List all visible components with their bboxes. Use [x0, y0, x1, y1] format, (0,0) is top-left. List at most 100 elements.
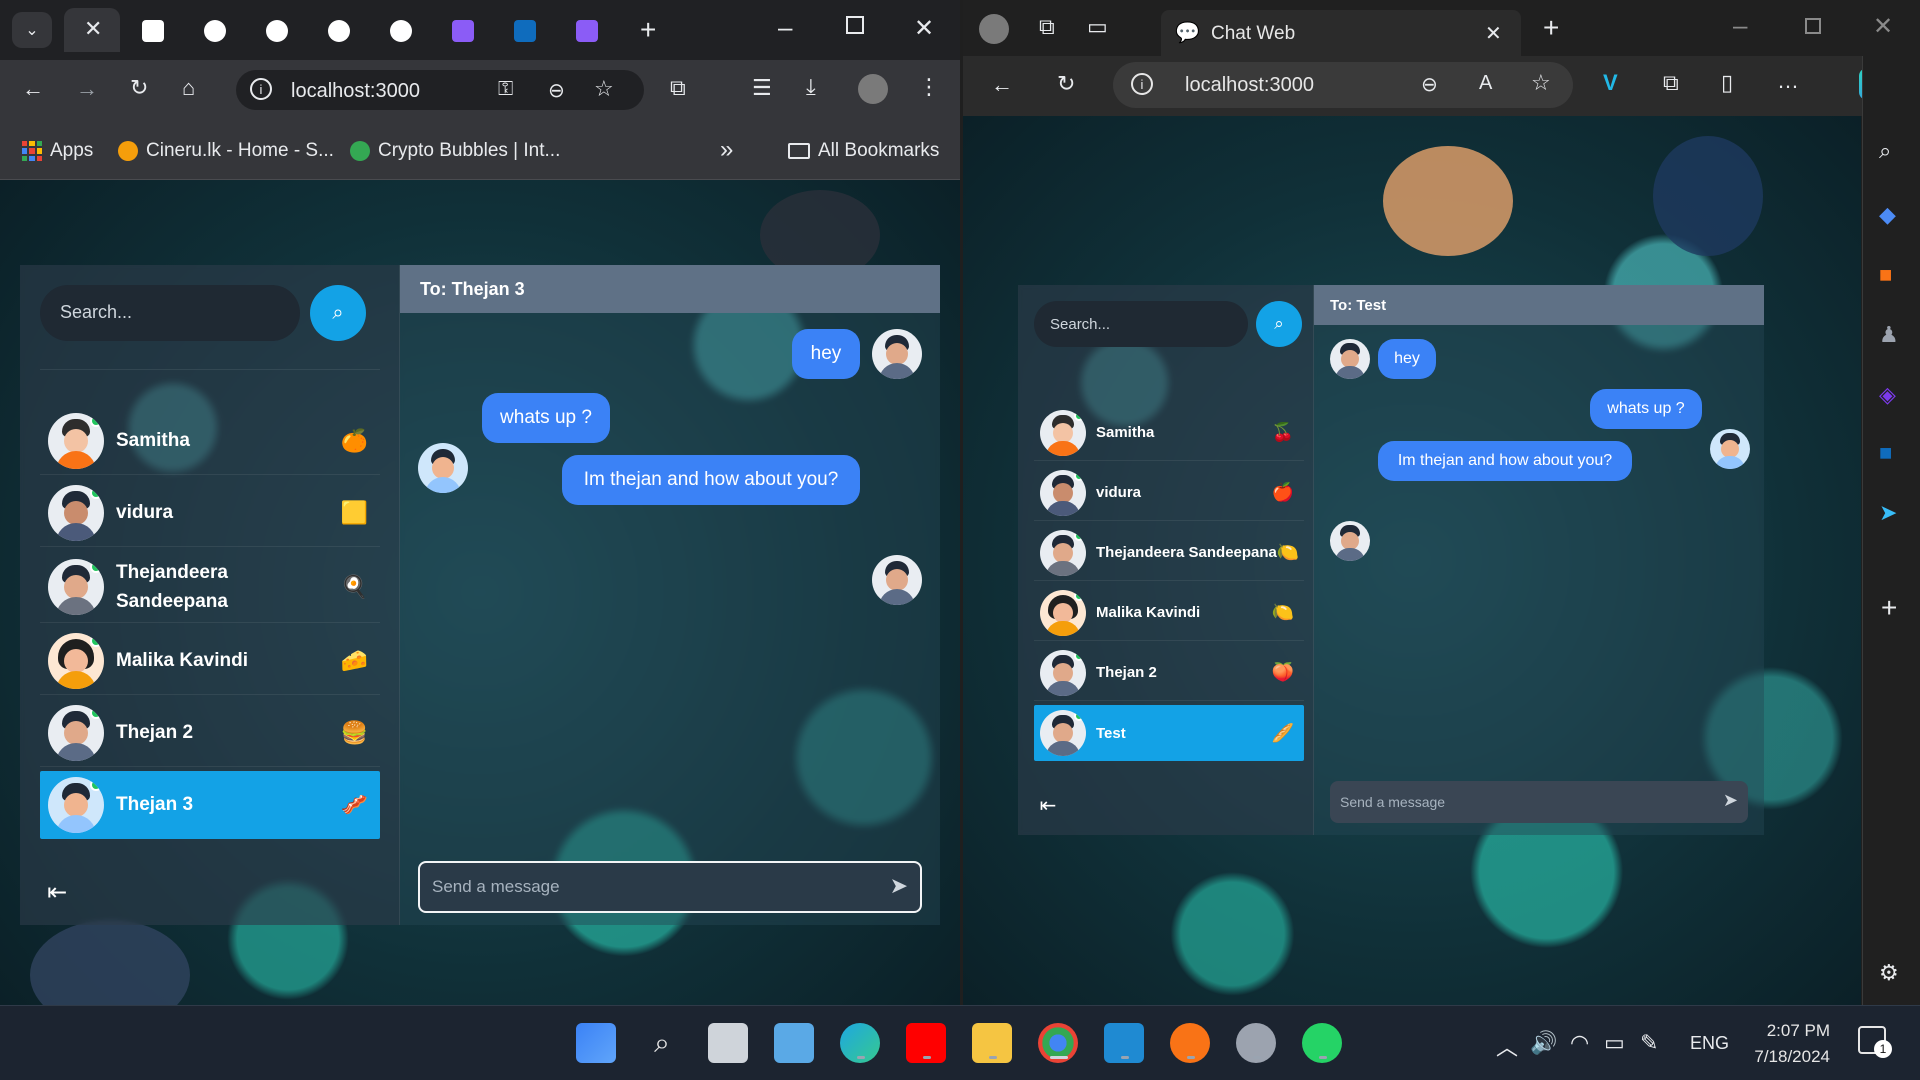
shopping-icon[interactable]: ◆: [1879, 202, 1896, 228]
send-icon[interactable]: ➤: [1879, 500, 1897, 526]
download-icon[interactable]: ⤓: [806, 74, 816, 100]
postman-icon[interactable]: [1170, 1023, 1210, 1063]
contact-item-selected[interactable]: Test 🥖: [1034, 705, 1304, 761]
star-icon[interactable]: ☆: [594, 76, 614, 102]
maximize-icon[interactable]: [1805, 18, 1821, 34]
star-icon[interactable]: ☆: [1531, 70, 1551, 96]
contact-item[interactable]: vidura 🍎: [1034, 465, 1304, 521]
chevron-up-icon[interactable]: ︿: [1496, 1030, 1518, 1062]
bookmark-cineru[interactable]: Cineru.lk - Home - S...: [118, 140, 334, 162]
minimize-icon[interactable]: –: [778, 12, 792, 43]
home-icon[interactable]: ⌂: [182, 75, 195, 101]
site-info-icon[interactable]: i: [250, 78, 272, 100]
zoom-icon[interactable]: ⊖: [548, 78, 565, 103]
minimize-icon[interactable]: –: [1733, 10, 1747, 41]
battery-icon[interactable]: ▭: [1604, 1030, 1625, 1056]
more-icon[interactable]: …: [1777, 68, 1799, 94]
close-window-icon[interactable]: ✕: [1873, 12, 1893, 41]
tab-chat-web[interactable]: 💬 Chat Web ✕: [1161, 10, 1521, 56]
volume-icon[interactable]: 🔊: [1530, 1030, 1557, 1056]
extensions-icon[interactable]: ⧉: [670, 75, 686, 101]
search-icon[interactable]: ⌕: [1879, 138, 1891, 164]
tab-vercel-3[interactable]: [310, 8, 370, 52]
reload-icon[interactable]: ↻: [1057, 71, 1075, 97]
start-windows-icon[interactable]: [576, 1023, 616, 1063]
zoom-icon[interactable]: ⊖: [1421, 72, 1438, 97]
contact-item[interactable]: Malika Kavindi 🧀: [40, 627, 380, 695]
tab-hostinger-1[interactable]: [434, 8, 494, 52]
contact-item[interactable]: vidura 🟨: [40, 479, 380, 547]
close-tab-icon[interactable]: ✕: [1485, 21, 1502, 46]
settings-gear-icon[interactable]: ⚙: [1879, 960, 1899, 986]
profile-avatar[interactable]: [858, 74, 888, 104]
search-button[interactable]: ⌕: [1256, 301, 1302, 347]
address-bar[interactable]: i localhost:3000 ⊖ A ☆: [1113, 62, 1573, 108]
site-info-icon[interactable]: i: [1131, 73, 1153, 95]
tab-vercel-1[interactable]: [186, 8, 246, 52]
tab-chatgpt[interactable]: [124, 8, 184, 52]
menu-icon[interactable]: ⋮: [918, 74, 940, 100]
profile-avatar[interactable]: [979, 14, 1009, 44]
youtube-icon[interactable]: [906, 1023, 946, 1063]
vimeo-icon[interactable]: V: [1603, 70, 1618, 96]
contact-item[interactable]: Thejan 2 🍑: [1034, 645, 1304, 701]
chrome-icon[interactable]: [1038, 1023, 1078, 1063]
media-icon[interactable]: ☰: [752, 75, 772, 101]
address-bar[interactable]: i localhost:3000 ⚿ ⊖ ☆: [236, 70, 644, 110]
read-aloud-icon[interactable]: A: [1479, 72, 1492, 95]
contact-item[interactable]: Samitha 🍒: [1034, 405, 1304, 461]
contact-item[interactable]: Thejan 2 🍔: [40, 699, 380, 767]
contact-item[interactable]: Thejandeera Sandeepana 🍳: [40, 551, 380, 623]
new-tab-icon[interactable]: +: [640, 14, 656, 46]
copilot-sidebar-icon[interactable]: ◈: [1879, 382, 1896, 408]
split-screen-icon[interactable]: ▯: [1721, 70, 1733, 96]
tab-search-button[interactable]: ⌄: [12, 12, 52, 48]
vscode-icon[interactable]: [1104, 1023, 1144, 1063]
close-window-icon[interactable]: ✕: [914, 14, 934, 43]
whatsapp-icon[interactable]: [1302, 1023, 1342, 1063]
file-explorer-icon[interactable]: [972, 1023, 1012, 1063]
add-icon[interactable]: +: [1881, 592, 1897, 624]
clock[interactable]: 2:07 PM 7/18/2024: [1750, 1018, 1830, 1070]
forward-icon[interactable]: →: [76, 76, 98, 102]
tab-outlook[interactable]: [496, 8, 556, 52]
contact-item[interactable]: Samitha 🍊: [40, 407, 380, 475]
notification-center-icon[interactable]: 1: [1858, 1026, 1892, 1058]
logout-icon[interactable]: ⇤: [1036, 793, 1060, 817]
send-icon[interactable]: ➤: [1723, 790, 1738, 811]
games-icon[interactable]: ♟: [1879, 322, 1899, 348]
search-button[interactable]: ⌕: [310, 285, 366, 341]
message-input[interactable]: Send a message ➤: [418, 861, 922, 913]
extensions-icon[interactable]: ⧉: [1663, 70, 1679, 96]
maximize-icon[interactable]: [846, 16, 864, 34]
task-view-icon[interactable]: [708, 1023, 748, 1063]
bookmarks-overflow-icon[interactable]: »: [720, 136, 733, 164]
tab-hostinger-2[interactable]: [558, 8, 618, 52]
bookmark-all-bookmarks[interactable]: All Bookmarks: [788, 140, 939, 162]
tab-active[interactable]: ✕: [64, 8, 120, 52]
back-icon[interactable]: ←: [991, 72, 1013, 98]
tools-icon[interactable]: ■: [1879, 262, 1892, 288]
contact-item[interactable]: Malika Kavindi 🍋: [1034, 585, 1304, 641]
vertical-tabs-icon[interactable]: ▭: [1087, 14, 1108, 40]
bookmark-crypto-bubbles[interactable]: Crypto Bubbles | Int...: [350, 140, 560, 162]
bookmark-apps[interactable]: Apps: [22, 140, 93, 162]
logout-icon[interactable]: ⇤: [42, 877, 72, 907]
contact-item[interactable]: Thejandeera Sandeepana 🍋: [1034, 525, 1304, 581]
workspaces-icon[interactable]: ⧉: [1039, 14, 1055, 40]
back-icon[interactable]: ←: [22, 76, 44, 102]
search-input[interactable]: Search...: [1034, 301, 1248, 347]
search-icon[interactable]: ⌕: [642, 1023, 682, 1063]
reload-icon[interactable]: ↻: [130, 75, 148, 101]
edge-icon[interactable]: [840, 1023, 880, 1063]
message-input[interactable]: Send a message ➤: [1330, 781, 1748, 823]
pen-icon[interactable]: ✎: [1640, 1030, 1658, 1056]
search-input[interactable]: Search...: [40, 285, 300, 341]
tab-vercel-4[interactable]: [372, 8, 432, 52]
new-tab-icon[interactable]: +: [1543, 12, 1559, 44]
language-indicator[interactable]: ENG: [1690, 1033, 1729, 1054]
widgets-icon[interactable]: [774, 1023, 814, 1063]
close-tab-icon[interactable]: ✕: [84, 16, 102, 42]
settings-gear-icon[interactable]: [1236, 1023, 1276, 1063]
tab-vercel-2[interactable]: [248, 8, 308, 52]
